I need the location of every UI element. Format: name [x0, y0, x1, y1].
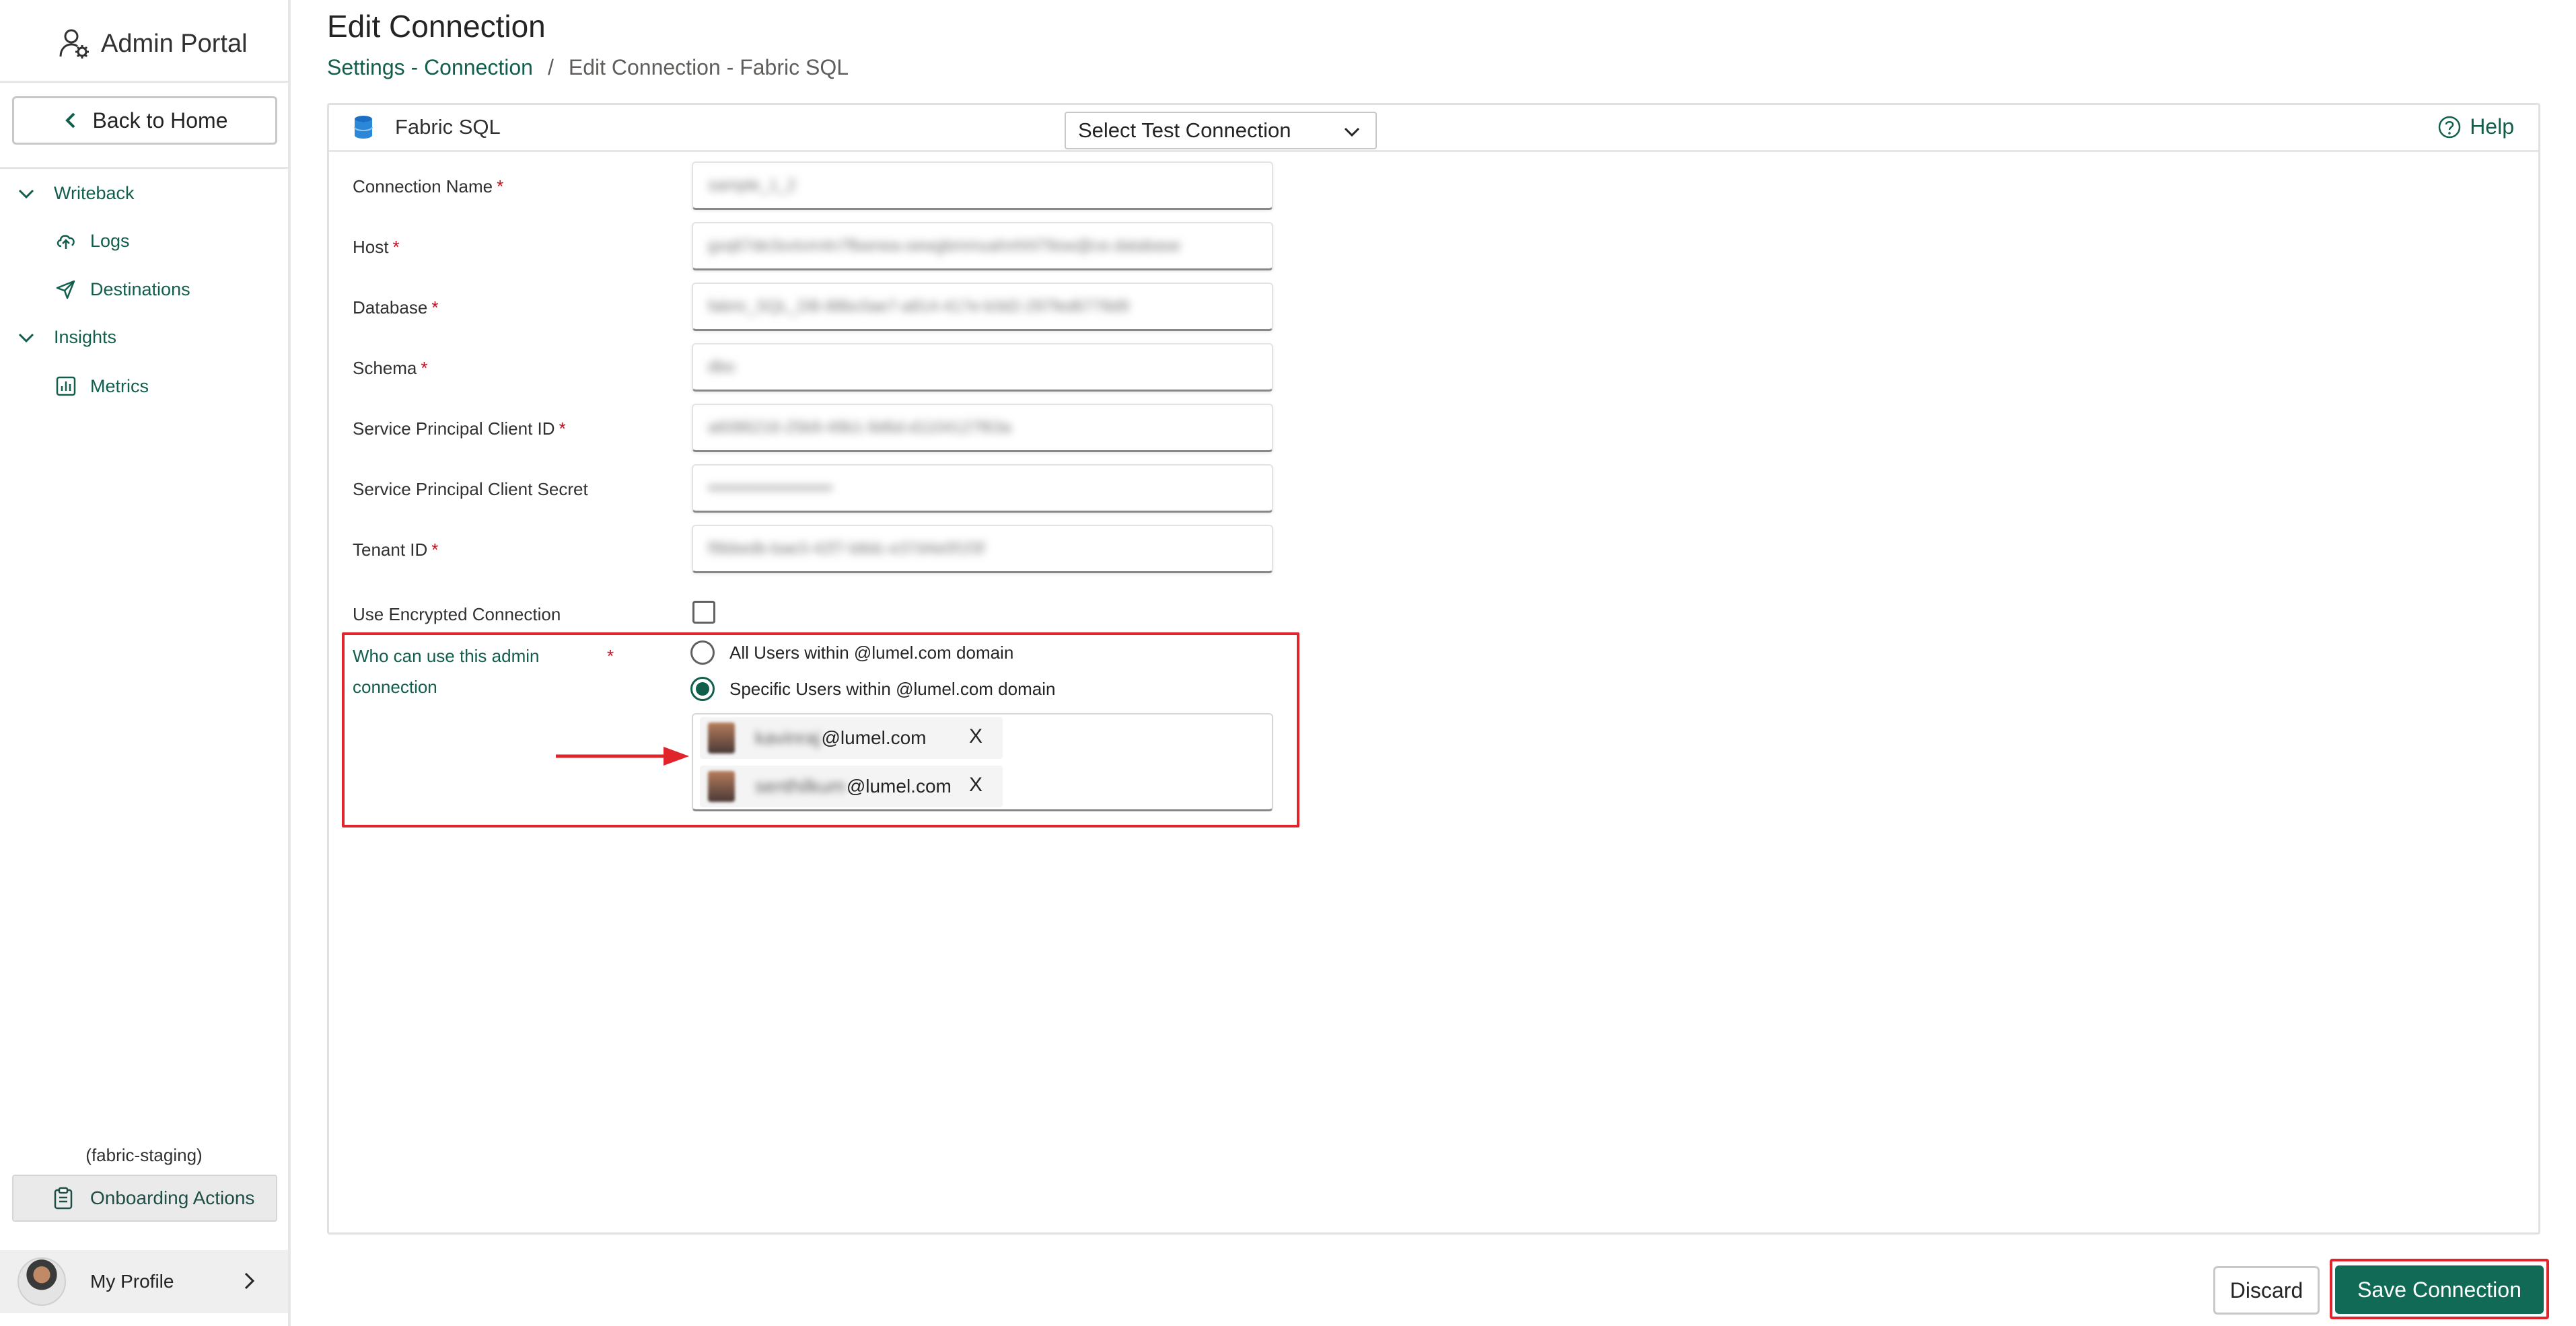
- remove-user-button[interactable]: X: [969, 725, 982, 748]
- remove-user-button[interactable]: X: [969, 774, 982, 797]
- chevron-down-icon: [1344, 127, 1360, 137]
- environment-label: (fabric-staging): [85, 1145, 203, 1165]
- client-secret-label: Service Principal Client Secret: [353, 479, 588, 499]
- panel-header: Fabric SQL Select Test Connection Help: [329, 105, 2538, 152]
- user-chip: senthilkum @lumel.com X: [700, 766, 1003, 807]
- sidebar-item-label: Logs: [90, 230, 130, 251]
- breadcrumb: Settings - Connection / Edit Connection …: [327, 55, 849, 80]
- back-to-home-button[interactable]: Back to Home: [12, 96, 277, 145]
- test-connection-value: Select Test Connection: [1078, 118, 1291, 142]
- radio-all-users-label: All Users within @lumel.com domain: [729, 642, 1014, 663]
- admin-settings-icon: [59, 29, 89, 59]
- radio-specific-users-label: Specific Users within @lumel.com domain: [729, 678, 1056, 699]
- database-icon: [354, 116, 373, 139]
- app-brand: Admin Portal: [58, 20, 248, 67]
- tenant-id-input[interactable]: f9bbedb-bae3-42f7-b8dc-e37d4e0f1f3f: [692, 525, 1273, 573]
- avatar: [708, 723, 735, 753]
- connection-name-input[interactable]: sample_1_2: [692, 161, 1273, 210]
- avatar: [708, 771, 735, 802]
- page-title: Edit Connection: [327, 9, 546, 44]
- db-name: Fabric SQL: [395, 115, 501, 139]
- discard-button[interactable]: Discard: [2213, 1266, 2320, 1315]
- bar-chart-icon: [56, 376, 76, 396]
- connection-panel: Fabric SQL Select Test Connection Help: [327, 103, 2540, 1235]
- my-profile-button[interactable]: My Profile: [0, 1250, 288, 1313]
- test-connection-select[interactable]: Select Test Connection: [1065, 112, 1377, 149]
- onboarding-actions-button[interactable]: Onboarding Actions: [12, 1175, 277, 1222]
- user-chip-domain: @lumel.com: [821, 727, 927, 748]
- encrypted-connection-checkbox[interactable]: [692, 601, 715, 624]
- nav-group-insights[interactable]: Insights: [17, 327, 116, 348]
- client-secret-input[interactable]: ••••••••••••••••••••••: [692, 464, 1273, 513]
- help-circle-icon: [2438, 116, 2461, 138]
- onboarding-actions-label: Onboarding Actions: [90, 1187, 255, 1208]
- required-mark: *: [607, 646, 614, 666]
- tenant-id-label: Tenant ID *: [353, 540, 439, 560]
- client-id-label: Service Principal Client ID *: [353, 418, 566, 439]
- schema-label: Schema *: [353, 358, 428, 378]
- cloud-upload-icon: [57, 235, 75, 249]
- database-label: Database *: [353, 297, 439, 318]
- db-title: Fabric SQL: [353, 114, 501, 140]
- breadcrumb-current: Edit Connection - Fabric SQL: [568, 55, 849, 79]
- sidebar-item-logs[interactable]: Logs: [55, 230, 130, 252]
- radio-all-users[interactable]: All Users within @lumel.com domain: [690, 640, 1013, 665]
- sidebar-item-label: Destinations: [90, 279, 190, 299]
- database-input[interactable]: fabric_SQL_DB-88bc0ae7-a814-417e-b3d2-29…: [692, 283, 1273, 331]
- host-label: Host *: [353, 237, 400, 257]
- radio-specific-users[interactable]: Specific Users within @lumel.com domain: [690, 677, 1055, 701]
- send-icon: [56, 280, 75, 299]
- help-label: Help: [2470, 114, 2514, 139]
- breadcrumb-link-settings[interactable]: Settings - Connection: [327, 55, 533, 80]
- specific-users-picker[interactable]: kavinraj @lumel.com X senthilkum @lumel.…: [692, 713, 1273, 811]
- app-title: Admin Portal: [101, 29, 248, 58]
- sidebar-item-label: Metrics: [90, 375, 149, 396]
- schema-input[interactable]: dbo: [692, 343, 1273, 392]
- sidebar-item-destinations[interactable]: Destinations: [55, 279, 190, 300]
- who-can-use-label: Who can use this admin connection: [353, 646, 540, 697]
- connection-name-label: Connection Name *: [353, 176, 504, 196]
- user-chip: kavinraj @lumel.com X: [700, 717, 1003, 759]
- sidebar-divider: [0, 167, 288, 169]
- host-input[interactable]: gxq67de3svtvm4n7fbwnea-oewgbmmuahnhhl79o…: [692, 222, 1273, 270]
- back-to-home-label: Back to Home: [92, 108, 228, 133]
- chevron-left-icon: [65, 112, 75, 128]
- avatar: [17, 1257, 66, 1306]
- encrypted-connection-label: Use Encrypted Connection: [353, 604, 561, 624]
- clipboard-icon: [54, 1187, 73, 1210]
- sidebar: Admin Portal Back to Home Writeback Logs…: [0, 0, 291, 1326]
- radio-circle-selected[interactable]: [690, 677, 715, 701]
- chevron-down-icon: [18, 189, 34, 198]
- red-arrow-annotation: [556, 747, 689, 766]
- nav-group-writeback[interactable]: Writeback: [17, 183, 135, 204]
- save-connection-button[interactable]: Save Connection: [2335, 1265, 2544, 1314]
- client-id-input[interactable]: a6086216-25b9-49b1-9d6d-d1104127f63a: [692, 404, 1273, 452]
- user-chip-domain: @lumel.com: [846, 776, 952, 797]
- chevron-down-icon: [18, 333, 34, 342]
- radio-circle[interactable]: [690, 640, 715, 665]
- sidebar-divider: [0, 81, 288, 83]
- help-link[interactable]: Help: [2437, 114, 2514, 139]
- chevron-right-icon: [244, 1272, 255, 1290]
- user-chip-name: senthilkum: [755, 776, 845, 797]
- nav-group-label: Writeback: [54, 183, 135, 203]
- nav-group-label: Insights: [54, 327, 117, 347]
- sidebar-item-metrics[interactable]: Metrics: [55, 375, 149, 397]
- my-profile-label: My Profile: [90, 1271, 174, 1292]
- user-chip-name: kavinraj: [755, 727, 820, 748]
- breadcrumb-separator: /: [547, 55, 554, 79]
